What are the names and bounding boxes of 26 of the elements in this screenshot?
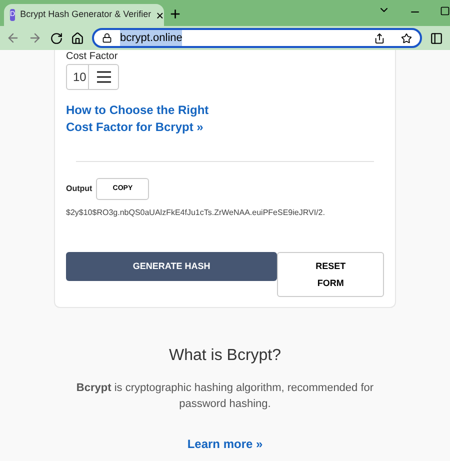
share-icon[interactable] <box>374 32 385 44</box>
select-value: 10 <box>72 69 88 86</box>
bookmark-icon[interactable] <box>401 32 412 44</box>
back-icon[interactable] <box>6 31 20 45</box>
side-panel-icon[interactable] <box>430 32 443 44</box>
home-icon[interactable] <box>71 32 84 44</box>
lock-icon <box>102 33 112 43</box>
section-heading: What is Bcrypt? <box>168 346 282 366</box>
url-text: bcrypt.online <box>120 30 182 46</box>
output-label: Output <box>66 183 92 195</box>
forward-icon[interactable] <box>28 31 42 45</box>
tab-title: Bcrypt Hash Generator & Verifier <box>20 8 152 22</box>
maximize-icon[interactable] <box>440 6 450 16</box>
address-bar[interactable]: bcrypt.online <box>92 28 422 48</box>
description-text: Bcrypt is cryptographic hashing algorithm, recommended for password hashing. <box>75 381 375 412</box>
menu-icon <box>97 71 112 83</box>
cost-factor-link[interactable]: How to Choose the Right Cost Factor for Bcrypt » <box>66 102 216 136</box>
learn-more-link[interactable]: Learn more » <box>187 435 263 453</box>
close-button[interactable]: × <box>156 8 164 22</box>
generate-hash-button[interactable]: GENERATE HASH <box>66 252 278 281</box>
reload-icon[interactable] <box>50 32 63 44</box>
cost-factor-select[interactable]: 10 <box>66 64 119 90</box>
hash-output: $2y$10$RO3g.nbQS0aUAlzFkE4fJu1cTs.ZrWeNAA.euiPFeSE9ieJRVI/2. <box>66 207 326 219</box>
new-tab-button[interactable]: + <box>170 5 181 23</box>
reset-form-button[interactable]: RESET FORM <box>277 252 384 297</box>
field-label: Cost Factor <box>66 51 119 63</box>
